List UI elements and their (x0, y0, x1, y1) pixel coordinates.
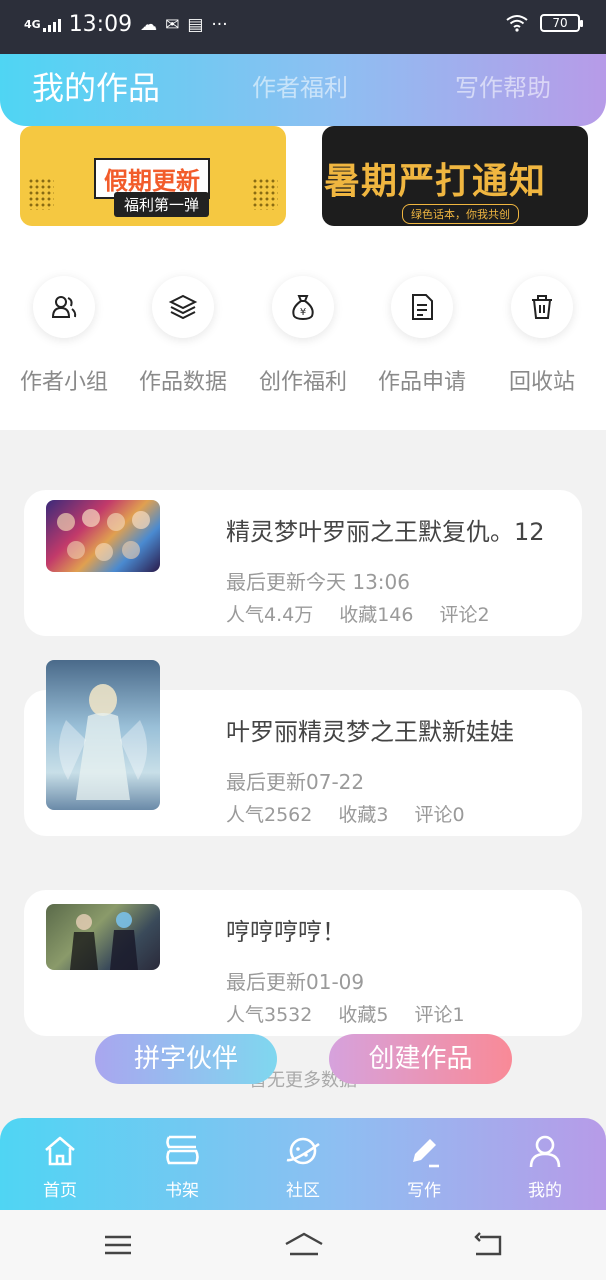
back-icon[interactable] (472, 1230, 504, 1260)
nav-mine[interactable]: 我的 (505, 1132, 585, 1201)
banner-subtitle: 福利第一弹 (114, 192, 210, 217)
work-cover-image[interactable] (46, 500, 160, 572)
banner-title: 暑期严打通知 (324, 161, 547, 202)
feature-label: 创作福利 (258, 370, 347, 395)
nav-community[interactable]: 社区 (263, 1132, 343, 1201)
feature-label: 作者小组 (19, 370, 108, 395)
dots-decoration (252, 178, 278, 210)
home-button-icon[interactable] (284, 1230, 324, 1260)
layers-icon (152, 276, 214, 338)
feature-work-application[interactable]: 作品申请 (362, 276, 482, 396)
work-favorites: 收藏146 (339, 604, 414, 626)
dots-decoration (28, 178, 54, 210)
work-comments: 评论0 (414, 804, 465, 826)
work-comments: 评论1 (414, 1004, 465, 1026)
money-bag-icon: ¥ (272, 276, 334, 338)
no-more-data: 暂无更多数据 (249, 1070, 357, 1091)
status-time: 13:09 (68, 12, 133, 37)
word-partner-button[interactable]: 拼字伙伴 (95, 1034, 277, 1084)
bottom-nav: 首页 书架 社区 写作 我的 (0, 1118, 606, 1210)
nav-label: 书架 (165, 1181, 199, 1201)
nav-label: 我的 (528, 1181, 562, 1201)
more-dots-icon: ··· (211, 14, 228, 35)
work-cover-image[interactable] (46, 904, 160, 970)
work-title: 精灵梦叶罗丽之王默复仇。12 (226, 518, 545, 546)
nav-label: 写作 (407, 1181, 441, 1201)
profile-icon (529, 1135, 561, 1168)
work-comments: 评论2 (439, 604, 490, 626)
feature-author-group[interactable]: 作者小组 (4, 276, 124, 396)
status-bar: 4G 13:09 ☁ ✉ ▤ ··· 70 (0, 0, 606, 54)
bookshelf-icon (166, 1135, 199, 1165)
battery-icon: 70 (540, 14, 583, 32)
calendar-icon: ▤ (187, 14, 204, 35)
feature-label: 作品申请 (377, 370, 466, 395)
nav-home[interactable]: 首页 (20, 1132, 100, 1201)
work-popularity: 人气2562 (226, 804, 313, 826)
signal-icon (42, 18, 61, 32)
nav-label: 首页 (43, 1181, 77, 1201)
work-title: 叶罗丽精灵梦之王默新娃娃 (226, 718, 514, 746)
work-title: 哼哼哼哼！ (226, 918, 346, 946)
work-updated: 最后更新01-09 (226, 970, 365, 994)
nav-write[interactable]: 写作 (384, 1132, 464, 1201)
feature-work-data[interactable]: 作品数据 (123, 276, 243, 396)
wifi-icon (506, 14, 528, 32)
banner-summer-notice[interactable]: 暑期严打通知 绿色话本，你我共创 (322, 126, 588, 226)
network-label: 4G (24, 17, 41, 31)
document-icon (391, 276, 453, 338)
banner-holiday-update[interactable]: 假期更新 福利第一弹 (20, 126, 286, 226)
home-icon (45, 1136, 75, 1166)
system-nav-bar (0, 1210, 606, 1280)
work-popularity: 人气3532 (226, 1004, 313, 1026)
pen-icon (413, 1139, 439, 1168)
tab-author-benefits[interactable]: 作者福利 (252, 54, 348, 122)
header-tabs: 我的作品 作者福利 写作帮助 (0, 54, 606, 126)
work-updated: 最后更新今天 13:06 (226, 570, 410, 594)
wechat-icon: ✉ (165, 14, 180, 35)
banner-subtitle: 绿色话本，你我共创 (402, 204, 519, 224)
nav-label: 社区 (286, 1181, 320, 1201)
feature-label: 回收站 (508, 370, 575, 395)
top-section: 假期更新 福利第一弹 暑期严打通知 绿色话本，你我共创 作者小组 作品数据 ¥ … (0, 100, 606, 430)
nav-bookshelf[interactable]: 书架 (142, 1132, 222, 1201)
cloud-icon: ☁ (140, 14, 158, 35)
feature-recycle-bin[interactable]: 回收站 (482, 276, 602, 396)
work-popularity: 人气4.4万 (226, 604, 314, 626)
planet-icon (286, 1137, 320, 1165)
svg-text:¥: ¥ (300, 307, 306, 318)
group-icon (33, 276, 95, 338)
create-work-button[interactable]: 创建作品 (329, 1034, 512, 1084)
menu-icon[interactable] (103, 1230, 133, 1260)
feature-creation-benefits[interactable]: ¥ 创作福利 (243, 276, 363, 396)
work-cover-image[interactable] (46, 660, 160, 810)
trash-icon (511, 276, 573, 338)
feature-label: 作品数据 (138, 370, 227, 395)
work-favorites: 收藏3 (338, 804, 389, 826)
work-updated: 最后更新07-22 (226, 770, 365, 794)
tab-writing-help[interactable]: 写作帮助 (455, 54, 551, 122)
tab-my-works[interactable]: 我的作品 (32, 54, 160, 122)
work-favorites: 收藏5 (338, 1004, 389, 1026)
